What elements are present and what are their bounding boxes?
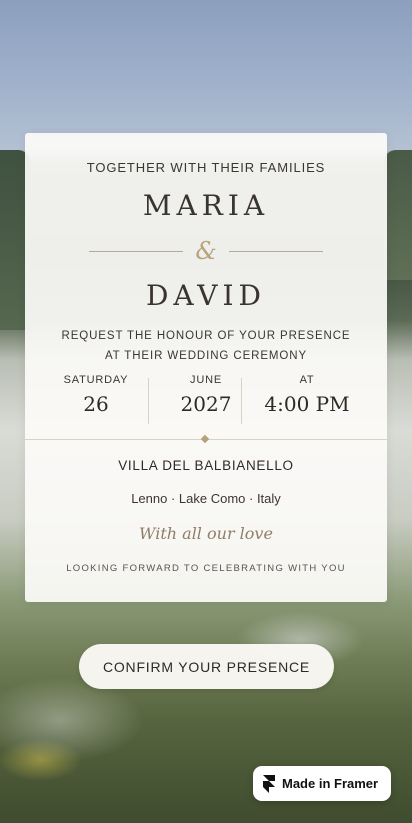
date-divider [148,378,149,424]
invitation-card: TOGETHER WITH THEIR FAMILIES MARIA & DAV… [25,133,387,602]
month-label: JUNE [190,374,222,386]
request-line-1: REQUEST THE HONOUR OF YOUR PRESENCE [61,330,351,342]
intro-text: TOGETHER WITH THEIR FAMILIES [86,160,326,175]
partner-two-name: DAVID [145,279,266,312]
diamond-ornament-icon [200,434,210,444]
closing-text: LOOKING FORWARD TO CELEBRATING WITH YOU [66,563,346,574]
confirm-presence-button[interactable]: CONFIRM YOUR PRESENCE [79,644,334,689]
venue-location: Lenno · Lake Como · Italy [131,491,281,506]
request-line-2: AT THEIR WEDDING CEREMONY [104,350,308,362]
signoff-text: With all our love [139,524,273,543]
day-value: 26 [83,392,109,416]
time-label: AT [299,374,315,386]
framer-logo-icon [263,774,275,793]
year-value: 2027 [180,392,232,416]
partner-one-name: MARIA [142,189,270,222]
request-text: REQUEST THE HONOUR OF YOUR PRESENCE AT T… [25,326,387,366]
day-column: SATURDAY 26 [41,374,151,416]
date-divider [241,378,242,424]
time-value: 4:00 PM [264,392,350,416]
month-column: JUNE 2027 [151,374,261,416]
ampersand: & [195,237,217,265]
day-label: SATURDAY [63,374,129,386]
venue-name: VILLA DEL BALBIANELLO [118,458,294,473]
ornament-line-right [229,251,323,252]
date-row: SATURDAY 26 JUNE 2027 AT 4:00 PM [25,374,387,424]
background-hill-right [384,150,412,280]
made-in-framer-badge[interactable]: Made in Framer [253,766,391,801]
badge-label: Made in Framer [282,776,379,791]
time-column: AT 4:00 PM [253,374,361,416]
ampersand-ornament: & [25,237,387,267]
